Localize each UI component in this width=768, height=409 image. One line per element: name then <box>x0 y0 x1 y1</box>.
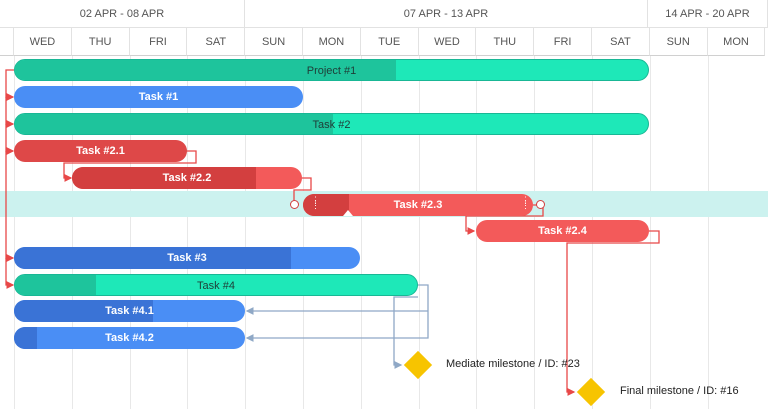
task-label: Task #1 <box>138 91 179 103</box>
task-bar-task-3[interactable]: Task #3 <box>14 247 360 269</box>
gantt-chart: 02 APR - 08 APR 07 APR - 13 APR 14 APR -… <box>0 0 768 409</box>
task-label: Task #2.1 <box>76 145 125 157</box>
task-bar-task-1[interactable]: Task #1 <box>14 86 303 108</box>
task-label: Project #1 <box>306 65 357 77</box>
task-bar-task-2-3[interactable]: Task #2.3 ⋮⋮ ⋮⋮ <box>303 194 533 216</box>
dependency-link <box>5 69 15 101</box>
progress-drag-handle[interactable] <box>343 210 353 216</box>
task-bar-task-4-1[interactable]: Task #4.1 <box>14 300 245 322</box>
task-label: Task #2.4 <box>538 225 587 237</box>
task-label: Task #2.2 <box>162 172 212 184</box>
link-handle-start[interactable] <box>290 200 299 209</box>
task-bar-task-2-1[interactable]: Task #2.1 <box>14 140 187 162</box>
task-label: Task #2 <box>312 119 351 131</box>
task-bar-project-1[interactable]: Project #1 <box>14 59 649 81</box>
task-label: Task #3 <box>167 252 207 264</box>
task-bar-task-2-4[interactable]: Task #2.4 <box>476 220 649 242</box>
task-label: Task #2.3 <box>393 199 443 211</box>
task-bar-task-2-2[interactable]: Task #2.2 <box>72 167 302 189</box>
dependency-link <box>5 258 15 289</box>
milestone-label: Mediate milestone / ID: #23 <box>446 358 580 370</box>
dependency-link <box>5 97 15 128</box>
dependency-link <box>5 124 15 155</box>
link-handle-end[interactable] <box>536 200 545 209</box>
resize-handle-right[interactable]: ⋮ ⋮ <box>521 196 530 212</box>
task-label: Task #4 <box>197 280 235 292</box>
task-label: Task #4.2 <box>105 332 154 344</box>
resize-handle-left[interactable]: ⋮⋮ <box>311 196 320 212</box>
task-bar-task-4-2[interactable]: Task #4.2 <box>14 327 245 349</box>
milestone-label: Final milestone / ID: #16 <box>620 385 739 397</box>
task-bar-task-4[interactable]: Task #4 <box>14 274 418 296</box>
task-label: Task #4.1 <box>105 305 154 317</box>
dependency-link <box>566 230 660 396</box>
task-bar-task-2[interactable]: Task #2 <box>14 113 649 135</box>
dependency-link <box>5 151 15 262</box>
